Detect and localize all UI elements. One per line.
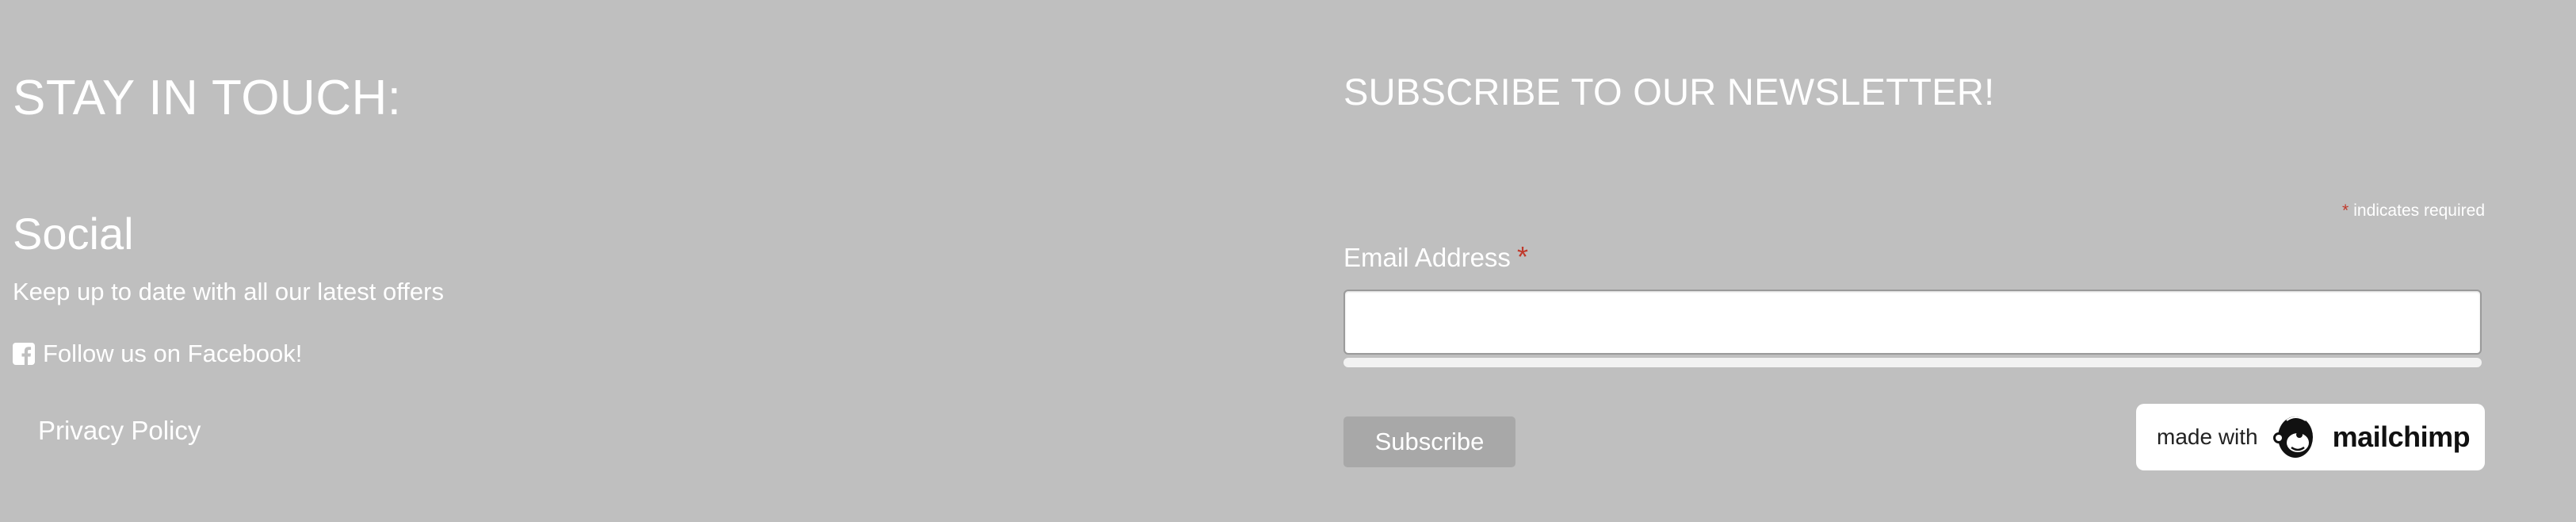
- mailchimp-freddie-icon: [2269, 411, 2322, 463]
- newsletter-heading: SUBSCRIBE TO OUR NEWSLETTER!: [1343, 71, 1995, 113]
- email-label-text: Email Address: [1343, 243, 1511, 272]
- facebook-link-label: Follow us on Facebook!: [43, 340, 303, 367]
- facebook-square-icon: [13, 343, 35, 365]
- mailchimp-badge[interactable]: made with mailchimp: [2136, 404, 2485, 470]
- social-heading: Social: [13, 209, 134, 259]
- email-required-asterisk: *: [1516, 240, 1528, 273]
- email-label: Email Address *: [1343, 243, 1528, 273]
- mailchimp-wordmark: mailchimp: [2332, 420, 2471, 453]
- stay-in-touch-section: STAY IN TOUCH: Social Keep up to date wi…: [13, 0, 1202, 522]
- required-note-text: indicates required: [2353, 202, 2485, 220]
- required-asterisk: *: [2342, 202, 2349, 220]
- required-indicator-note: * indicates required: [2342, 202, 2485, 221]
- newsletter-section: SUBSCRIBE TO OUR NEWSLETTER! * indicates…: [1343, 0, 2485, 522]
- badge-made-with-text: made with: [2157, 424, 2258, 449]
- email-input[interactable]: [1343, 290, 2482, 355]
- facebook-link[interactable]: Follow us on Facebook!: [13, 340, 302, 368]
- social-tagline: Keep up to date with all our latest offe…: [13, 278, 444, 305]
- email-input-underbar: [1343, 358, 2482, 367]
- stay-in-touch-heading: STAY IN TOUCH:: [13, 71, 402, 125]
- subscribe-button[interactable]: Subscribe: [1343, 416, 1515, 467]
- privacy-policy-link[interactable]: Privacy Policy: [38, 416, 201, 446]
